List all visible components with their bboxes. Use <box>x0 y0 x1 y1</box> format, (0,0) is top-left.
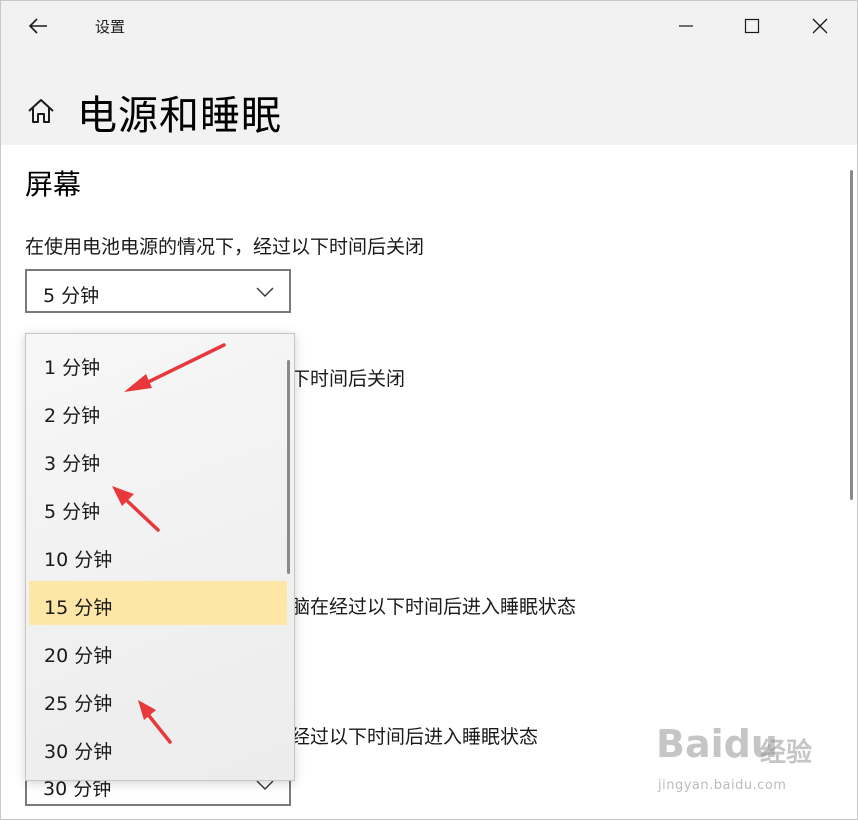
page-title: 电源和睡眠 <box>77 93 282 139</box>
minimize-icon <box>679 25 693 27</box>
section-title-screen: 屏幕 <box>25 168 82 201</box>
sleep-battery-label: 脑在经过以下时间后进入睡眠状态 <box>291 596 577 618</box>
chevron-down-icon <box>256 287 274 297</box>
back-arrow-icon <box>28 18 47 34</box>
title-bar: 设置 <box>1 1 857 51</box>
home-icon <box>28 99 54 123</box>
app-title: 设置 <box>95 18 126 36</box>
maximize-button[interactable] <box>719 1 785 51</box>
dropdown-option[interactable]: 5 分钟 <box>29 485 287 529</box>
dropdown-option[interactable]: 30 分钟 <box>29 725 287 769</box>
screen-plugged-label: 下时间后关闭 <box>291 368 406 390</box>
dropdown-option[interactable]: 20 分钟 <box>29 629 287 673</box>
maximize-icon <box>744 18 760 34</box>
timeout-dropdown-list[interactable]: 1 分钟 2 分钟 3 分钟 5 分钟 10 分钟 15 分钟 20 分钟 25… <box>25 333 295 781</box>
back-button[interactable] <box>21 11 55 41</box>
dropdown-scrollbar[interactable] <box>287 360 290 574</box>
dropdown-option[interactable]: 25 分钟 <box>29 677 287 721</box>
dropdown-option-highlighted[interactable]: 15 分钟 <box>29 581 287 625</box>
dropdown-option[interactable]: 2 分钟 <box>29 389 287 433</box>
page-header: 电源和睡眠 <box>1 51 857 145</box>
screen-battery-label: 在使用电池电源的情况下，经过以下时间后关闭 <box>25 236 425 258</box>
minimize-button[interactable] <box>653 1 719 51</box>
close-icon <box>812 18 828 34</box>
dropdown-option[interactable]: 1 分钟 <box>29 341 287 385</box>
home-button[interactable] <box>25 95 57 127</box>
screen-battery-combobox[interactable]: 5 分钟 <box>25 269 291 313</box>
close-button[interactable] <box>787 1 853 51</box>
dropdown-option[interactable]: 3 分钟 <box>29 437 287 481</box>
page-scrollbar[interactable] <box>850 170 853 500</box>
dropdown-option[interactable]: 10 分钟 <box>29 533 287 577</box>
screen-battery-value: 5 分钟 <box>43 285 100 307</box>
sleep-plugged-label: 经过以下时间后进入睡眠状态 <box>291 726 539 748</box>
